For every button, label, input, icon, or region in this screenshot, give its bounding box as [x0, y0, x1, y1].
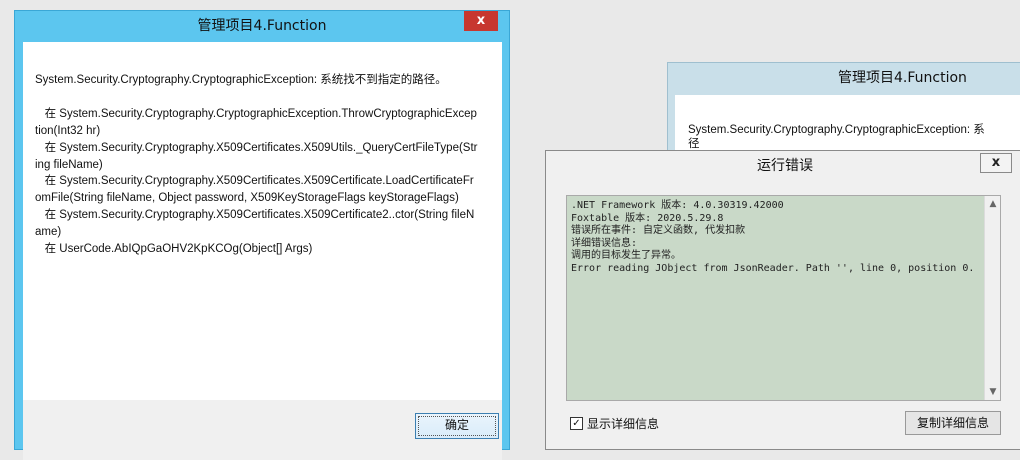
- scroll-down-arrow-icon[interactable]: ▼: [985, 384, 1001, 400]
- main-dialog-title: 管理项目4.Function: [197, 18, 327, 34]
- error-dialog-close-button[interactable]: x: [980, 153, 1012, 173]
- show-detail-label: 显示详细信息: [587, 416, 660, 431]
- checkbox-check-icon[interactable]: ✓: [570, 416, 583, 430]
- close-icon: x: [476, 13, 486, 28]
- main-dialog-footer: 确定: [23, 400, 502, 460]
- copy-detail-button[interactable]: 复制详细信息: [905, 411, 1001, 435]
- error-detail-text: .NET Framework 版本: 4.0.30319.42000 Foxta…: [571, 200, 975, 274]
- main-message-dialog: 管理项目4.Function x System.Security.Cryptog…: [14, 10, 510, 460]
- show-detail-checkbox[interactable]: ✓ 显示详细信息: [570, 415, 659, 431]
- error-dialog-title: 运行错误: [757, 158, 813, 174]
- main-dialog-body: System.Security.Cryptography.Cryptograph…: [23, 42, 502, 400]
- background-dialog-message: System.Security.Cryptography.Cryptograph…: [688, 124, 985, 150]
- error-detail-textarea[interactable]: .NET Framework 版本: 4.0.30319.42000 Foxta…: [566, 195, 1001, 401]
- close-icon: x: [991, 155, 1001, 170]
- background-dialog-title: 管理项目4.Function: [838, 70, 967, 86]
- main-dialog-close-button[interactable]: x: [464, 11, 498, 31]
- exception-message-text: System.Security.Cryptography.Cryptograph…: [35, 74, 478, 256]
- ok-button[interactable]: 确定: [415, 413, 499, 439]
- scroll-up-arrow-icon[interactable]: ▲: [985, 196, 1001, 212]
- detail-scrollbar[interactable]: ▲ ▼: [984, 196, 1000, 400]
- runtime-error-dialog: 运行错误 x .NET Framework 版本: 4.0.30319.4200…: [545, 150, 1020, 450]
